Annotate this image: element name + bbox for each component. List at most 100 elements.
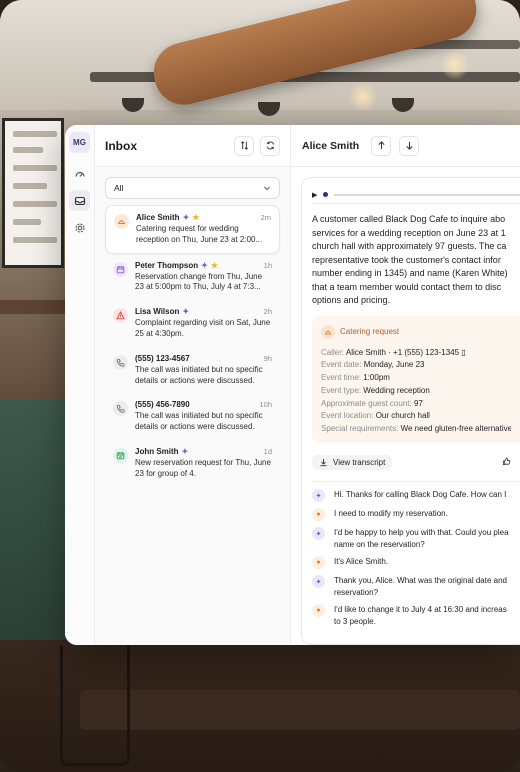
arrow-down-icon <box>406 141 413 150</box>
user-icon: ● <box>312 508 325 522</box>
audio-track[interactable] <box>334 193 520 196</box>
summary-line: A customer called Black Dog Cafe to inqu… <box>312 214 506 224</box>
conversation-detail: Alice Smith ▶ A customer called Black Do… <box>291 125 520 645</box>
conversation-time: 9h <box>263 353 272 363</box>
call-summary: A customer called Black Dog Cafe to inqu… <box>312 213 520 308</box>
cafe-table <box>80 690 520 730</box>
conversation-content: Lisa Wilson ✦ 2h Complaint regarding visit … <box>135 307 272 340</box>
nav-dashboard[interactable] <box>69 163 90 184</box>
conversation-item[interactable]: Alice Smith ✦ ★ 2m Catering request for wedd… <box>105 205 280 254</box>
conversation-item[interactable]: John Smith ✦ 1d New reservation request for… <box>105 440 280 487</box>
play-icon[interactable]: ▶ <box>312 191 317 199</box>
conversation-preview: Reservation change from Thu, June 23 at … <box>135 271 263 292</box>
caller-name: John Smith <box>135 446 179 456</box>
star-icon: ★ <box>192 213 200 222</box>
conversation-item[interactable]: (555) 456-7890 10h The call was initiated … <box>105 393 280 440</box>
conversation-header: Alice Smith ✦ ★ 2m <box>136 213 271 222</box>
ai-sparkle-icon: ✦ <box>312 575 325 589</box>
detail-field: Event location: Our church hall <box>321 410 511 423</box>
catering-icon <box>321 324 335 339</box>
caller-name: Lisa Wilson <box>135 307 180 317</box>
previous-button[interactable] <box>371 135 392 156</box>
transcript-message: ● I need to modify my reservation. <box>312 508 520 522</box>
field-value: Alice Smith · +1 (555) 123-1345 ▯ <box>345 347 466 357</box>
message-text: It's Alice Smith. <box>334 557 388 567</box>
conversation-name: Alice Smith ✦ ★ <box>136 213 199 222</box>
sort-button[interactable] <box>234 135 254 156</box>
field-label: Event time: <box>321 373 364 383</box>
conversation-header: Peter Thompson ✦ ★ 1h <box>135 261 272 270</box>
summary-line: that a team member would contact them to… <box>312 281 502 292</box>
refresh-icon <box>266 141 274 150</box>
ai-sparkle-icon: ✦ <box>182 307 190 317</box>
view-transcript-button[interactable]: View transcript <box>312 454 393 470</box>
transcript-message: ✦ I'd be happy to help you with that. Cou… <box>312 527 520 550</box>
inbox-header: Inbox <box>95 125 290 167</box>
filter-select[interactable]: All <box>105 177 280 199</box>
user-icon: ● <box>312 556 325 570</box>
field-list: Caller: Alice Smith · +1 (555) 123-1345 … <box>321 347 511 437</box>
conversation-content: Alice Smith ✦ ★ 2m Catering request for wedd… <box>136 213 271 246</box>
ai-sparkle-icon: ✦ <box>182 213 190 222</box>
conversation-item[interactable]: (555) 123-4567 9h The call was initiated b… <box>105 347 280 394</box>
conversation-header: Lisa Wilson ✦ 2h <box>135 307 272 316</box>
thumbs-up-button[interactable] <box>502 453 511 471</box>
nav-inbox[interactable] <box>69 190 90 211</box>
ceiling-lamp <box>258 102 280 116</box>
detail-field: Caller: Alice Smith · +1 (555) 123-1345 … <box>321 347 511 360</box>
summary-line: services for a wedding reception on June… <box>312 227 506 238</box>
star-icon: ★ <box>210 260 218 270</box>
summary-line: representative took the customer's conta… <box>312 254 501 265</box>
conversation-time: 2h <box>263 307 272 317</box>
caller-name: (555) 123-4567 <box>135 353 190 363</box>
lamp-glow <box>440 50 470 80</box>
ai-sparkle-icon: ✦ <box>312 527 325 541</box>
gauge-icon <box>74 171 85 177</box>
summary-line: number ending in 1345) and name (Karen W… <box>312 268 508 278</box>
message-text: Thank you, Alice. What was the original … <box>334 576 507 597</box>
nav-settings[interactable] <box>69 217 90 238</box>
avatar[interactable]: MG <box>69 132 90 153</box>
phone-icon <box>113 354 128 370</box>
next-button[interactable] <box>399 135 420 156</box>
calendar-icon <box>113 261 128 277</box>
refresh-button[interactable] <box>260 135 280 156</box>
field-value: Monday, June 23 <box>363 360 425 370</box>
field-label: Event location: <box>321 411 376 421</box>
sort-arrows-icon <box>240 141 248 150</box>
conversation-time: 2m <box>260 213 271 222</box>
caller-name: Peter Thompson <box>135 260 199 270</box>
phone-icon <box>113 401 128 417</box>
field-label: Caller: <box>321 347 346 357</box>
conversation-content: (555) 123-4567 9h The call was initiated b… <box>135 354 272 387</box>
conversation-preview: The call was initiated but no specific d… <box>135 411 263 432</box>
field-value: We need gluten-free alternative <box>400 424 511 434</box>
message-text: I'd like to change it to July 4 at 16:30… <box>334 605 507 627</box>
conversation-content: John Smith ✦ 1d New reservation request for… <box>135 447 272 480</box>
inbox-panel: Inbox All Alice Smith ✦ ★ 2m Catering reques… <box>95 125 291 645</box>
field-label: Approximate guest count: <box>321 398 414 408</box>
conversation-preview: Complaint regarding visit on Sat, June 2… <box>135 318 271 338</box>
conversation-time: 1d <box>263 446 272 456</box>
conversation-item[interactable]: Lisa Wilson ✦ 2h Complaint regarding visit … <box>105 300 280 347</box>
detail-title: Alice Smith <box>302 139 360 152</box>
conversation-list: Alice Smith ✦ ★ 2m Catering request for wedd… <box>95 205 290 487</box>
detail-field: Event time: 1:00pm <box>321 372 511 385</box>
conversation-name: Peter Thompson ✦ ★ <box>135 261 218 270</box>
counter <box>0 400 66 640</box>
transcript-message: ✦ Hi. Thanks for calling Black Dog Cafe. … <box>312 489 520 503</box>
conversation-time: 10h <box>259 400 272 410</box>
nav-rail: MG <box>65 125 95 645</box>
background-photo: MG Inbox All Alice Smith ✦ ★ 2m Catering… <box>0 0 520 772</box>
message-text: I need to modify my reservation. <box>334 509 448 519</box>
conversation-content: (555) 456-7890 10h The call was initiated … <box>135 400 272 433</box>
call-card: ▶ A customer called Black Dog Cafe to in… <box>301 177 520 645</box>
thumbs-up-icon <box>502 457 511 466</box>
download-icon <box>320 458 327 466</box>
catering-icon <box>114 214 129 229</box>
conversation-item[interactable]: Peter Thompson ✦ ★ 1h Reservation change fro… <box>105 254 280 301</box>
playhead[interactable] <box>323 192 329 197</box>
catering-details: Catering request Caller: Alice Smith · +… <box>312 315 520 444</box>
chevron-down-icon <box>264 186 270 191</box>
conversation-name: John Smith ✦ <box>135 447 188 456</box>
